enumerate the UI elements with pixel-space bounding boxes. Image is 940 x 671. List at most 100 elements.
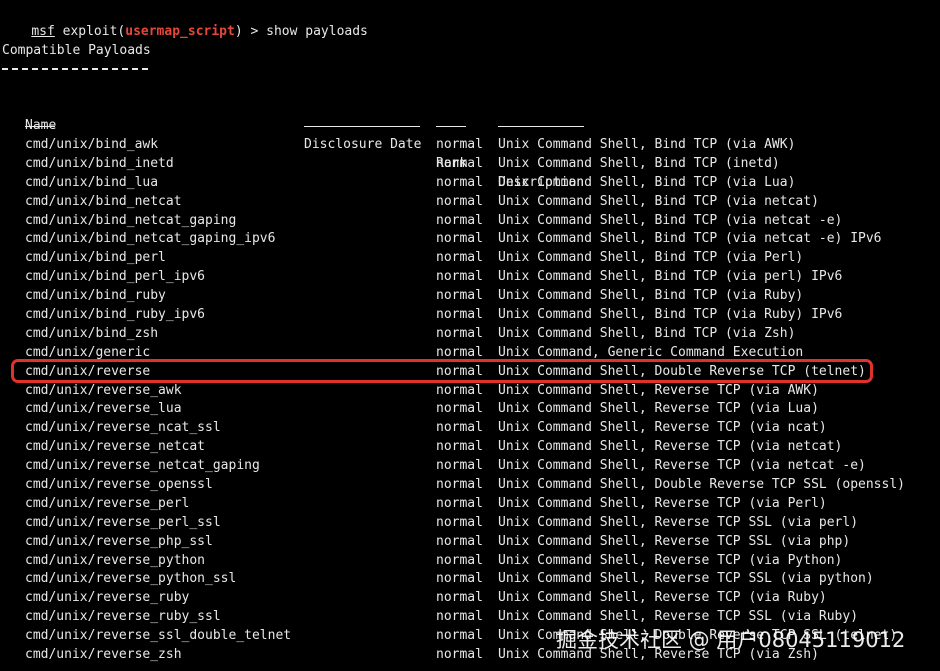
payload-description: Unix Command Shell, Bind TCP (via Ruby) (498, 288, 804, 304)
payload-rank: normal (436, 439, 483, 455)
payload-rank: normal (436, 458, 483, 474)
payload-name: cmd/unix/reverse_python_ssl (25, 571, 237, 587)
payload-description: Unix Command Shell, Bind TCP (inetd) (498, 155, 780, 171)
payload-description: Unix Command Shell, Reverse TCP (via nca… (498, 420, 827, 436)
payload-rank: normal (436, 269, 483, 285)
payload-rank: normal (436, 325, 483, 341)
table-row: cmd/unix/bind_ruby normal Unix Command She… (0, 286, 940, 305)
divider-name (25, 126, 55, 127)
payload-description: Unix Command Shell, Bind TCP (via Perl) (498, 250, 804, 266)
command-prompt: msf exploit(usermap_script) > show paylo… (0, 3, 368, 39)
payload-description: Unix Command Shell, Reverse TCP (via net… (498, 458, 866, 474)
payload-rank: normal (436, 590, 483, 606)
payload-description: Unix Command Shell, Bind TCP (via netcat… (498, 212, 843, 228)
payload-name: cmd/unix/bind_awk (25, 137, 159, 152)
payload-name: cmd/unix/bind_ruby (25, 288, 166, 304)
payload-name: cmd/unix/bind_netcat_gaping (25, 212, 237, 228)
payload-name: cmd/unix/bind_perl_ipv6 (25, 269, 206, 285)
payload-name: cmd/unix/bind_inetd (25, 155, 174, 171)
payload-description: Unix Command Shell, Bind TCP (via Ruby) … (498, 307, 843, 323)
payload-description: Unix Command Shell, Reverse TCP SSL (via… (498, 514, 859, 530)
payload-name: cmd/unix/bind_ruby_ipv6 (25, 307, 206, 323)
table-row: cmd/unix/reverse_ruby normal Unix Command … (0, 588, 940, 607)
payload-name: cmd/unix/reverse_openssl (25, 477, 213, 493)
payload-name: cmd/unix/reverse_ruby (25, 590, 190, 606)
payload-description: Unix Command Shell, Bind TCP (via perl) … (498, 269, 843, 285)
payload-rank: normal (436, 382, 483, 398)
table-row: cmd/unix/reverse_ncat_ssl normal Unix Comm… (0, 418, 940, 437)
payload-name: cmd/unix/reverse_perl_ssl (25, 514, 221, 530)
payload-name: cmd/unix/reverse_netcat_gaping (25, 458, 260, 474)
payload-name: cmd/unix/reverse_ncat_ssl (25, 420, 221, 436)
table-row: cmd/unix/bind_netcat_gaping normal Unix Co… (0, 211, 940, 230)
payload-description: Unix Command Shell, Reverse TCP (via net… (498, 439, 843, 455)
payload-description: Unix Command Shell, Reverse TCP (via Lua… (498, 401, 819, 417)
payload-rank: normal (436, 609, 483, 625)
payload-rank: normal (436, 307, 483, 323)
payload-rank: normal (436, 495, 483, 511)
table-row: cmd/unix/reverse_perl normal Unix Command … (0, 494, 940, 513)
table-row: cmd/unix/reverse_awk normal Unix Command S… (0, 381, 940, 400)
table-row: cmd/unix/bind_perl_ipv6 normal Unix Comman… (0, 267, 940, 286)
payload-rank: normal (436, 514, 483, 530)
table-row: cmd/unix/bind_inetd normal Unix Command Sh… (0, 154, 940, 173)
payload-name: cmd/unix/reverse_ruby_ssl (25, 609, 221, 625)
payload-name: cmd/unix/reverse_lua (25, 401, 182, 417)
payload-rank: normal (436, 174, 483, 190)
table-row: cmd/unix/reverse_php_ssl normal Unix Comma… (0, 532, 940, 551)
payload-description: Unix Command Shell, Bind TCP (via Lua) (498, 174, 796, 190)
payload-name: cmd/unix/bind_zsh (25, 325, 159, 341)
table-header-divider (0, 116, 940, 135)
payload-name: cmd/unix/bind_netcat (25, 193, 182, 209)
payload-rank: normal (436, 552, 483, 568)
payload-description: Unix Command Shell, Bind TCP (via AWK) (498, 137, 796, 152)
table-row: cmd/unix/reverse_python normal Unix Comman… (0, 551, 940, 570)
payload-name: cmd/unix/reverse_netcat (25, 439, 206, 455)
table-row: cmd/unix/reverse_netcat normal Unix Comman… (0, 437, 940, 456)
divider-disclosure-date (304, 126, 420, 127)
payload-name: cmd/unix/reverse_python (25, 552, 206, 568)
payload-rank: normal (436, 533, 483, 549)
payload-name: cmd/unix/reverse_php_ssl (25, 533, 213, 549)
payload-name: cmd/unix/reverse_zsh (25, 647, 182, 663)
payload-rank: normal (436, 647, 483, 663)
watermark: 掘金技术社区 @ 用户08045119012 (556, 628, 906, 652)
payload-rank: normal (436, 288, 483, 304)
terminal-window[interactable]: msf exploit(usermap_script) > show paylo… (0, 0, 940, 671)
payload-description: Unix Command Shell, Bind TCP (via netcat… (498, 193, 819, 209)
payload-description: Unix Command Shell, Reverse TCP (via Rub… (498, 590, 827, 606)
payload-name: cmd/unix/reverse_perl (25, 495, 190, 511)
payload-rank: normal (436, 571, 483, 587)
prompt-command: ) > show payloads (234, 24, 368, 39)
highlight-box (11, 359, 873, 383)
payload-description: Unix Command Shell, Reverse TCP SSL (via… (498, 533, 851, 549)
table-header: Name Disclosure Date Rank Description (0, 97, 940, 190)
payload-description: Unix Command Shell, Bind TCP (via Zsh) (498, 325, 796, 341)
payload-name: cmd/unix/bind_lua (25, 174, 159, 190)
table-row: cmd/unix/reverse_netcat_gaping normal Unix… (0, 456, 940, 475)
table-row: cmd/unix/bind_perl normal Unix Command She… (0, 248, 940, 267)
payload-rank: normal (436, 477, 483, 493)
payload-list: cmd/unix/bind_awknormal Unix Command Shel… (0, 135, 940, 664)
table-row: cmd/unix/reverse_perl_ssl normal Unix Comm… (0, 513, 940, 532)
section-title-underline (2, 68, 148, 70)
payload-description: Unix Command Shell, Reverse TCP (via Per… (498, 495, 827, 511)
table-row: cmd/unix/bind_ruby_ipv6 normal Unix Comman… (0, 305, 940, 324)
section-title: Compatible Payloads (2, 43, 151, 58)
payload-name: cmd/unix/reverse_awk (25, 382, 182, 398)
prompt-msf: msf (31, 24, 55, 39)
payload-rank: normal (436, 193, 483, 209)
payload-rank: normal (436, 401, 483, 417)
table-row: cmd/unix/bind_netcat normal Unix Command S… (0, 192, 940, 211)
payload-description: Unix Command Shell, Reverse TCP SSL (via… (498, 571, 874, 587)
payload-rank: normal (436, 231, 483, 247)
payload-rank: normal (436, 250, 483, 266)
divider-rank (436, 126, 466, 127)
payload-description: Unix Command Shell, Double Reverse TCP S… (498, 477, 905, 493)
table-row: cmd/unix/reverse_python_ssl normal Unix Co… (0, 569, 940, 588)
table-row: cmd/unix/bind_zsh normal Unix Command Shel… (0, 324, 940, 343)
table-row: cmd/unix/bind_netcat_gaping_ipv6 normal Un… (0, 229, 940, 248)
payload-rank: normal (436, 137, 483, 152)
table-row: cmd/unix/reverse_lua normal Unix Command S… (0, 399, 940, 418)
payload-description: Unix Command Shell, Reverse TCP (via AWK… (498, 382, 819, 398)
